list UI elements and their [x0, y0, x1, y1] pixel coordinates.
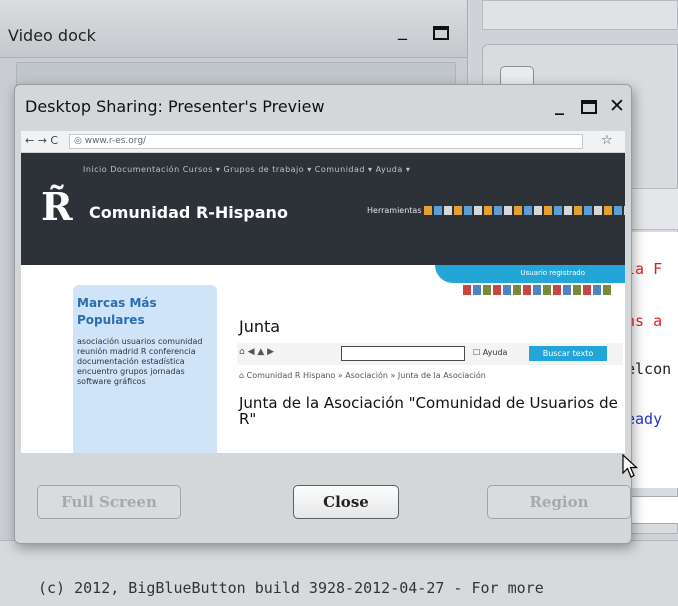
star-icon: ☆	[601, 133, 613, 148]
wiki-toolbar: ⌂ ◀ ▲ ▶ ☐ Ayuda Buscar texto	[237, 343, 623, 365]
wiki-search-option: ☐ Ayuda	[473, 348, 508, 357]
user-banner: Usuario registrado	[435, 265, 625, 283]
browser-nav-icons: ← → C	[25, 134, 59, 147]
site-header: Inicio Documentación Cursos ▾ Grupos de …	[21, 153, 625, 265]
wiki-nav-icons: ⌂ ◀ ▲ ▶	[239, 347, 275, 357]
preview-title: Desktop Sharing: Presenter's Preview	[25, 97, 325, 116]
tool-icons	[424, 206, 625, 215]
popular-tags-box: Marcas Más Populares asociación usuarios…	[73, 285, 217, 453]
video-dock-title: Video dock	[8, 26, 96, 45]
browser-address-bar: ◎ www.r-es.org/	[69, 134, 583, 149]
maximize-icon[interactable]	[433, 26, 449, 40]
minimize-icon[interactable]: _	[555, 95, 564, 116]
site-tools: Herramientas	[367, 206, 625, 215]
minimize-icon[interactable]: _	[398, 22, 416, 40]
wiki-search-input	[341, 346, 465, 361]
presenter-preview-window: Desktop Sharing: Presenter's Preview _ ✕…	[14, 84, 632, 544]
region-button[interactable]: Region	[487, 485, 631, 519]
page-action-icons	[463, 285, 611, 295]
r-logo: R̃	[41, 184, 73, 229]
preview-titlebar[interactable]: Desktop Sharing: Presenter's Preview _ ✕	[15, 85, 631, 127]
page-title: Junta	[239, 317, 281, 336]
close-icon[interactable]: ✕	[609, 95, 625, 117]
video-dock-titlebar[interactable]: Video dock _	[0, 0, 467, 58]
site-name: Comunidad R-Hispano	[89, 203, 288, 222]
close-button[interactable]: Close	[293, 485, 399, 519]
chat-message: elcon	[626, 360, 672, 378]
shared-screen-preview: ← → C ◎ www.r-es.org/ ☆ Inicio Documenta…	[21, 131, 625, 453]
footer: (c) 2012, BigBlueButton build 3928-2012-…	[0, 540, 678, 606]
user-banner-text: Usuario registrado	[520, 269, 585, 277]
maximize-icon[interactable]	[581, 100, 597, 114]
mouse-cursor-icon	[622, 454, 639, 478]
popular-tags-title: Marcas Más Populares	[77, 296, 157, 327]
right-top-strip	[482, 0, 678, 30]
wiki-search-button: Buscar texto	[529, 346, 607, 361]
breadcrumb: ⌂ Comunidad R Hispano » Asociación » Jun…	[239, 371, 486, 380]
browser-toolbar: ← → C ◎ www.r-es.org/ ☆	[21, 131, 625, 153]
site-nav: Inicio Documentación Cursos ▾ Grupos de …	[83, 165, 411, 174]
page-heading: Junta de la Asociación "Comunidad de Usu…	[239, 394, 618, 428]
copyright-text: (c) 2012, BigBlueButton build 3928-2012-…	[38, 579, 544, 597]
tools-label: Herramientas	[367, 206, 422, 215]
popular-tags-list: asociación usuarios comunidad reunión ma…	[77, 337, 203, 386]
full-screen-button[interactable]: Full Screen	[37, 485, 181, 519]
